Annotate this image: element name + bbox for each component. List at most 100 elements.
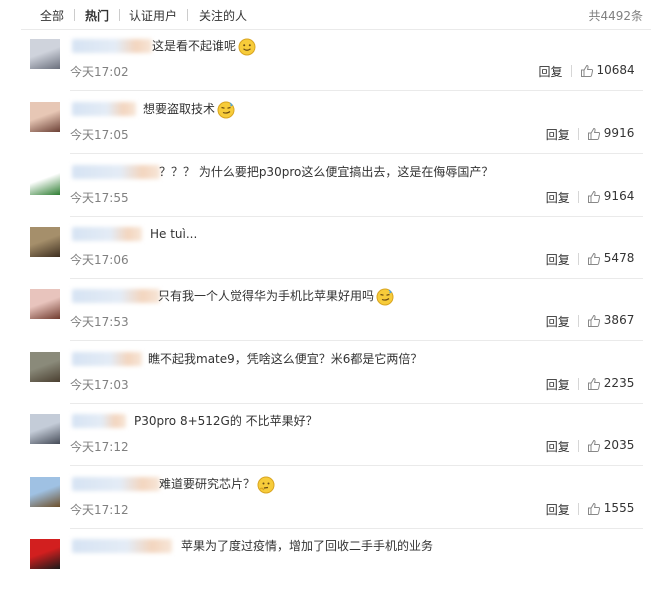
thumbs-up-icon[interactable]: [587, 314, 601, 328]
comment-time: 今天17:03: [70, 378, 129, 392]
comment-item: 难道要研究芯片？ 今天17:12 回复 1555: [0, 469, 651, 531]
comment-time: 今天17:55: [70, 191, 129, 205]
reply-button[interactable]: 回复: [546, 313, 570, 330]
comment-divider: [70, 403, 643, 404]
comment-text-body: 难道要研究芯片？: [159, 477, 256, 491]
comment-divider: [70, 153, 643, 154]
tab-divider: [187, 9, 188, 21]
reply-button[interactable]: 回复: [539, 63, 563, 80]
comment-item: He tuì... 今天17:06 回复 5478: [0, 219, 651, 281]
username[interactable]: [72, 165, 160, 179]
thumbs-up-icon[interactable]: [587, 502, 601, 516]
tab-divider: [119, 9, 120, 21]
comment-text: ？？？ 为什么要把p30pro这么便宜搞出去，这是在侮辱国产？: [159, 162, 493, 182]
comment-text: 想要盗取技术: [143, 99, 235, 119]
username[interactable]: [72, 39, 152, 53]
comment-time: 今天17:12: [70, 503, 129, 517]
avatar[interactable]: [30, 352, 60, 382]
comment-text: He tuì...: [150, 224, 197, 244]
action-divider: [577, 191, 579, 203]
action-divider: [577, 315, 579, 327]
like-count[interactable]: 2235: [604, 376, 635, 390]
comment-text-body: He tuì...: [150, 227, 198, 241]
comment-divider: [70, 340, 643, 341]
action-divider: [570, 65, 572, 77]
avatar[interactable]: [30, 102, 60, 132]
like-count[interactable]: 9164: [604, 189, 635, 203]
like-count[interactable]: 9916: [604, 126, 635, 140]
filter-tabs: 全部 热门 认证用户 关注的人 共4492条: [0, 0, 651, 30]
avatar[interactable]: [30, 289, 60, 319]
like-count[interactable]: 1555: [604, 501, 635, 515]
thumbs-up-icon[interactable]: [587, 377, 601, 391]
comment-item: 瞧不起我mate9，凭啥这么便宜？米6都是它两倍？ 今天17:03 回复 2235: [0, 344, 651, 406]
comment-text: 苹果为了度过疫情，增加了回收二手手机的业务: [181, 536, 433, 556]
comment-divider: [70, 278, 643, 279]
reply-button[interactable]: 回复: [546, 438, 570, 455]
tab-all[interactable]: 全部: [40, 7, 64, 24]
comment-item: 想要盗取技术 今天17:05 回复 9916: [0, 94, 651, 156]
comment-time: 今天17:05: [70, 128, 129, 142]
divider: [21, 29, 651, 30]
action-divider: [577, 128, 579, 140]
thumbs-up-icon[interactable]: [587, 439, 601, 453]
comment-text-body: P30pro 8+512G的 不比苹果好？: [134, 414, 318, 428]
username[interactable]: [72, 477, 160, 491]
comment-divider: [70, 465, 643, 466]
action-divider: [577, 378, 579, 390]
username[interactable]: [72, 352, 142, 366]
comment-time: 今天17:02: [70, 65, 129, 79]
thumbs-up-icon[interactable]: [587, 127, 601, 141]
avatar[interactable]: [30, 477, 60, 507]
like-count[interactable]: 3867: [604, 313, 635, 327]
avatar[interactable]: [30, 227, 60, 257]
like-count[interactable]: 10684: [597, 63, 635, 77]
comment-divider: [70, 90, 643, 91]
like-count[interactable]: 5478: [604, 251, 635, 265]
username[interactable]: [72, 102, 136, 116]
comment-divider: [70, 528, 643, 529]
thumbs-up-icon[interactable]: [580, 64, 594, 78]
action-divider: [577, 253, 579, 265]
emoji-smirk-icon: [374, 286, 394, 306]
reply-button[interactable]: 回复: [546, 126, 570, 143]
comment-text-body: 苹果为了度过疫情，增加了回收二手手机的业务: [181, 539, 434, 553]
action-divider: [577, 440, 579, 452]
action-divider: [577, 503, 579, 515]
thumbs-up-icon[interactable]: [587, 252, 601, 266]
thumbs-up-icon[interactable]: [587, 190, 601, 204]
username[interactable]: [72, 414, 126, 428]
comment-item: P30pro 8+512G的 不比苹果好？ 今天17:12 回复 2035: [0, 406, 651, 468]
username[interactable]: [72, 539, 172, 553]
comment-text-body: 只有我一个人觉得华为手机比苹果好用吗: [158, 289, 375, 303]
comment-time: 今天17:53: [70, 315, 129, 329]
comment-text-body: 瞧不起我mate9，凭啥这么便宜？米6都是它两倍？: [148, 352, 423, 366]
reply-button[interactable]: 回复: [546, 251, 570, 268]
like-count[interactable]: 2035: [604, 438, 635, 452]
tab-verified-users[interactable]: 认证用户: [129, 7, 177, 24]
reply-button[interactable]: 回复: [546, 189, 570, 206]
avatar[interactable]: [30, 414, 60, 444]
comment-text: 这是看不起谁呢: [152, 36, 256, 56]
tab-hot[interactable]: 热门: [85, 7, 109, 24]
comment-text: 瞧不起我mate9，凭啥这么便宜？米6都是它两倍？: [148, 349, 422, 369]
comment-item: ？？？ 为什么要把p30pro这么便宜搞出去，这是在侮辱国产？ 今天17:55 回复…: [0, 157, 651, 219]
tab-following[interactable]: 关注的人: [199, 7, 247, 24]
reply-button[interactable]: 回复: [546, 501, 570, 518]
emoji-think-icon: [255, 474, 275, 494]
avatar[interactable]: [30, 39, 60, 69]
avatar[interactable]: [30, 165, 60, 195]
emoji-smirk-icon: [215, 99, 235, 119]
comment-item: 苹果为了度过疫情，增加了回收二手手机的业务: [0, 531, 651, 593]
username[interactable]: [72, 227, 142, 241]
comment-text-body: 这是看不起谁呢: [152, 39, 237, 53]
comment-text: 只有我一个人觉得华为手机比苹果好用吗: [158, 286, 394, 306]
comment-text-body: ？？？ 为什么要把p30pro这么便宜搞出去，这是在侮辱国产？: [159, 165, 494, 179]
username[interactable]: [72, 289, 160, 303]
avatar[interactable]: [30, 539, 60, 569]
comment-count: 共4492条: [588, 9, 643, 23]
reply-button[interactable]: 回复: [546, 376, 570, 393]
comment-text-body: 想要盗取技术: [143, 102, 216, 116]
tab-divider: [74, 9, 75, 21]
emoji-smile-icon: [236, 36, 256, 56]
